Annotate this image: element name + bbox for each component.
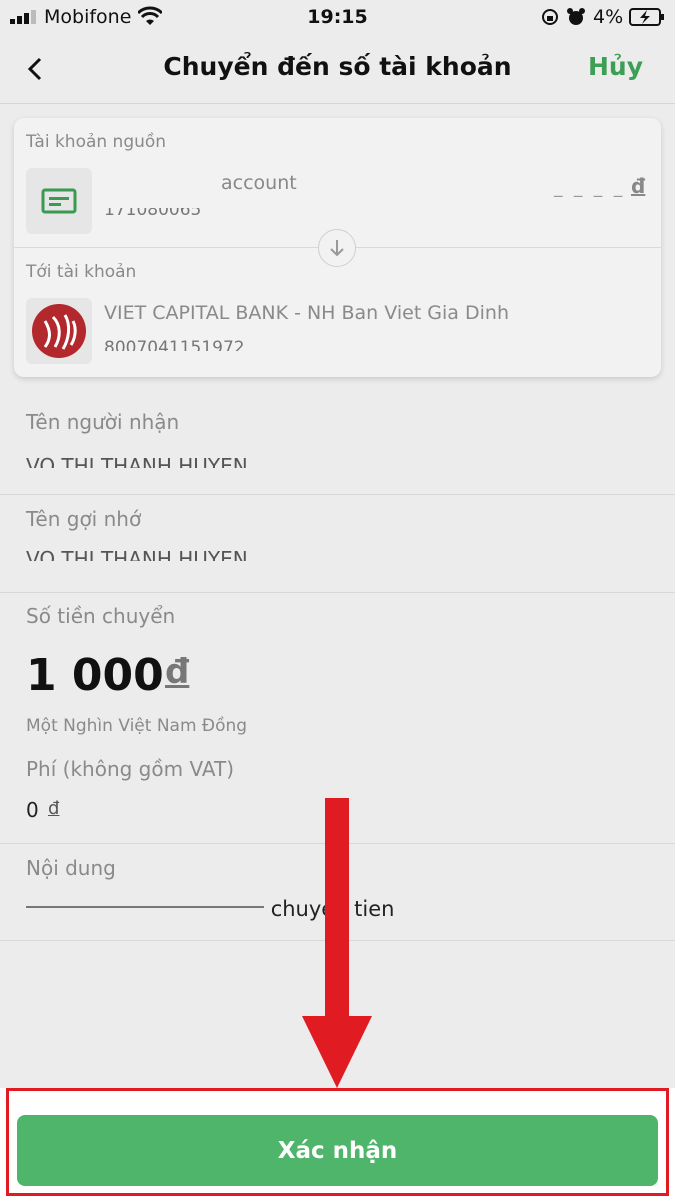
bank-logo-box bbox=[26, 298, 92, 364]
destination-bank-name: VIET CAPITAL BANK - NH Ban Viet Gia Dinh bbox=[104, 302, 509, 324]
fee-currency-symbol: đ bbox=[48, 798, 60, 819]
recipient-name-row: Tên người nhận VO THI THANH HUYEN bbox=[0, 398, 675, 495]
source-account-name: account bbox=[221, 172, 297, 194]
nickname-row[interactable]: Tên gợi nhớ VO THI THANH HUYEN bbox=[0, 495, 675, 593]
transfer-currency-symbol: đ bbox=[165, 652, 190, 692]
redacted-name bbox=[26, 897, 264, 919]
swap-accounts-button[interactable] bbox=[318, 229, 356, 267]
source-account-balance: _ _ _ _ bbox=[554, 178, 626, 198]
source-currency-symbol: đ bbox=[631, 174, 646, 198]
transfer-amount-label: Số tiền chuyển bbox=[26, 604, 176, 628]
rotation-lock-icon bbox=[542, 9, 558, 25]
cancel-button[interactable]: Hủy bbox=[588, 52, 643, 81]
destination-account-number: 8007041151972 bbox=[104, 339, 245, 351]
nickname-label: Tên gợi nhớ bbox=[26, 507, 142, 531]
status-bar: Mobifone 19:15 4% bbox=[0, 0, 675, 34]
nickname-value: VO THI THANH HUYEN bbox=[26, 549, 248, 561]
battery-charging-icon bbox=[629, 8, 664, 26]
transfer-amount-words: Một Nghìn Việt Nam Đồng bbox=[26, 716, 248, 736]
recipient-name-value: VO THI THANH HUYEN bbox=[26, 456, 248, 468]
fee-value: 0 bbox=[26, 798, 39, 822]
annotation-arrow-icon bbox=[302, 798, 372, 1088]
fee-label: Phí (không gồm VAT) bbox=[26, 757, 234, 781]
viet-capital-bank-logo-icon bbox=[32, 304, 86, 358]
source-account-number: 171080065 bbox=[104, 208, 202, 220]
content-label: Nội dung bbox=[26, 856, 116, 880]
destination-account-label: Tới tài khoản bbox=[26, 262, 137, 282]
arrow-down-icon bbox=[330, 240, 344, 257]
confirm-button[interactable]: Xác nhận bbox=[17, 1115, 658, 1186]
alarm-icon bbox=[567, 8, 585, 25]
battery-percent: 4% bbox=[593, 6, 624, 28]
page-title: Chuyển đến số tài khoản bbox=[163, 52, 512, 81]
account-card: Tài khoản nguồn account 171080065 _ _ _ … bbox=[14, 118, 661, 377]
recipient-name-label: Tên người nhận bbox=[26, 410, 180, 434]
source-account-icon-box bbox=[26, 168, 92, 234]
card-icon bbox=[41, 188, 77, 214]
source-account-label: Tài khoản nguồn bbox=[26, 132, 167, 152]
transfer-amount: 1 000 bbox=[26, 650, 164, 701]
nav-bar: Chuyển đến số tài khoản Hủy bbox=[0, 34, 675, 104]
